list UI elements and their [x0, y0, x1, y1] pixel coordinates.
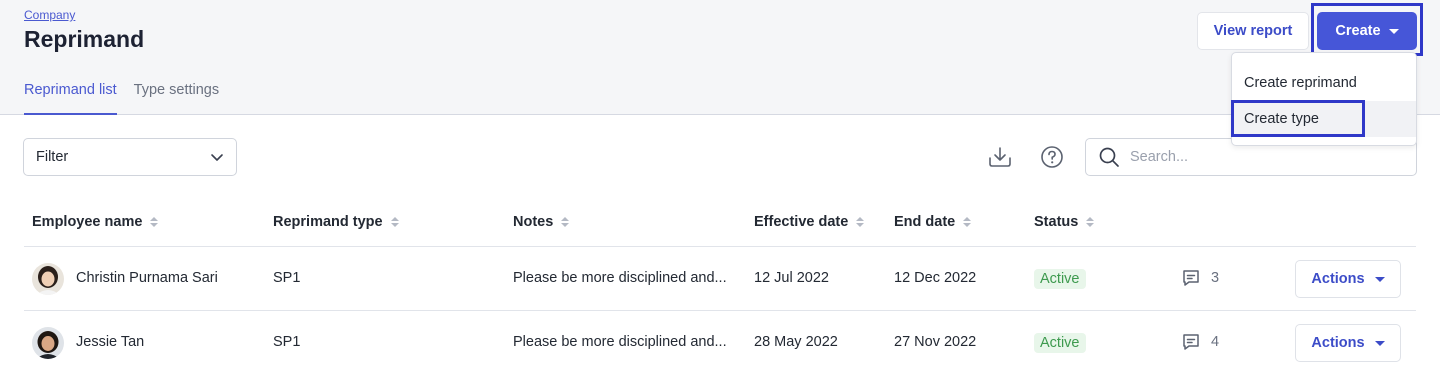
- avatar: [32, 327, 64, 359]
- comment-count[interactable]: 4: [1181, 332, 1219, 352]
- effective-date: 28 May 2022: [754, 334, 838, 350]
- effective-date: 12 Jul 2022: [754, 270, 829, 286]
- column-label: Status: [1034, 214, 1079, 230]
- avatar: [32, 263, 64, 295]
- column-notes[interactable]: Notes: [513, 214, 570, 230]
- column-label: Notes: [513, 214, 554, 230]
- caret-down-icon: [1374, 276, 1385, 282]
- comment-count-value: 4: [1211, 334, 1220, 350]
- column-reprimand-type[interactable]: Reprimand type: [273, 214, 399, 230]
- column-status[interactable]: Status: [1034, 214, 1095, 230]
- column-label: Employee name: [32, 214, 143, 230]
- end-date: 12 Dec 2022: [894, 270, 977, 286]
- employee-name[interactable]: Christin Purnama Sari: [76, 270, 218, 286]
- column-label: Reprimand type: [273, 214, 383, 230]
- search-input[interactable]: [1130, 149, 1400, 165]
- tab-bar: Reprimand list Type settings: [24, 82, 219, 115]
- column-effective-date[interactable]: Effective date: [754, 214, 865, 230]
- sort-icon: [390, 217, 399, 227]
- tab-type-settings[interactable]: Type settings: [134, 82, 219, 115]
- view-report-button[interactable]: View report: [1197, 12, 1309, 50]
- employee-name[interactable]: Jessie Tan: [76, 334, 144, 350]
- comment-icon: [1183, 334, 1199, 350]
- table-divider: [24, 246, 1416, 247]
- filter-select[interactable]: Filter: [23, 138, 237, 176]
- tab-reprimand-list[interactable]: Reprimand list: [24, 82, 117, 115]
- notes: Please be more disciplined and...: [513, 334, 727, 350]
- actions-label: Actions: [1311, 335, 1365, 351]
- search-icon: [1099, 147, 1119, 167]
- download-icon[interactable]: [986, 143, 1014, 171]
- end-date: 27 Nov 2022: [894, 334, 977, 350]
- column-label: Effective date: [754, 214, 849, 230]
- filter-label: Filter: [36, 149, 69, 165]
- create-button-label: Create: [1335, 23, 1381, 39]
- reprimand-type: SP1: [273, 270, 301, 286]
- menu-item-create-reprimand[interactable]: Create reprimand: [1232, 65, 1416, 101]
- create-type-highlight: [1231, 100, 1365, 137]
- chevron-down-icon: [211, 154, 223, 161]
- breadcrumb-company[interactable]: Company: [24, 8, 75, 22]
- comment-count[interactable]: 3: [1181, 268, 1219, 288]
- column-label: End date: [894, 214, 956, 230]
- actions-button[interactable]: Actions: [1295, 324, 1401, 362]
- notes: Please be more disciplined and...: [513, 270, 727, 286]
- help-icon[interactable]: [1038, 143, 1066, 171]
- table-divider: [24, 310, 1416, 311]
- column-employee-name[interactable]: Employee name: [32, 214, 159, 230]
- actions-button[interactable]: Actions: [1295, 260, 1401, 298]
- sort-icon: [963, 217, 972, 227]
- caret-down-icon: [1388, 28, 1399, 34]
- sort-icon: [150, 217, 159, 227]
- sort-icon: [856, 217, 865, 227]
- actions-label: Actions: [1311, 271, 1365, 287]
- caret-down-icon: [1374, 340, 1385, 346]
- create-button[interactable]: Create: [1317, 12, 1417, 50]
- reprimand-type: SP1: [273, 334, 301, 350]
- comment-icon: [1183, 270, 1199, 286]
- page-title: Reprimand: [24, 26, 145, 52]
- status-badge: Active: [1034, 333, 1086, 353]
- sort-icon: [561, 217, 570, 227]
- column-end-date[interactable]: End date: [894, 214, 972, 230]
- sort-icon: [1086, 217, 1095, 227]
- status-badge: Active: [1034, 269, 1086, 289]
- comment-count-value: 3: [1211, 270, 1220, 286]
